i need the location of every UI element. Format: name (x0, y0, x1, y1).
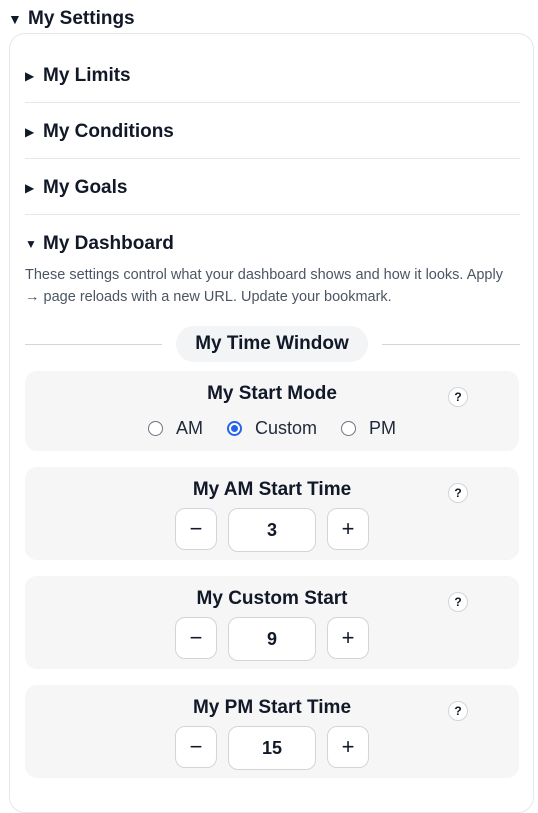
radio-circle-selected (226, 421, 242, 436)
section-limits[interactable]: ▶ My Limits (25, 48, 520, 104)
radio-circle (147, 421, 163, 436)
am-start-value[interactable]: 3 (228, 508, 316, 552)
am-start-panel: My AM Start Time ? − 3 + (25, 467, 519, 560)
help-icon[interactable]: ? (448, 592, 468, 612)
radio-label: Custom (254, 418, 317, 438)
triangle-down-icon: ▼ (8, 11, 22, 27)
triangle-right-icon: ▶ (25, 181, 35, 195)
increment-button[interactable]: + (327, 617, 369, 659)
section-label: My Conditions (43, 121, 174, 142)
decrement-button[interactable]: − (175, 508, 217, 550)
triangle-right-icon: ▶ (25, 69, 35, 83)
custom-start-title: My Custom Start (196, 588, 348, 609)
divider-left (25, 344, 162, 345)
radio-circle (341, 421, 356, 436)
time-window-heading: My Time Window (176, 326, 368, 362)
pm-start-panel: My PM Start Time ? − 15 + (25, 685, 519, 778)
section-label: My Dashboard (43, 233, 174, 254)
section-label: My Limits (43, 65, 131, 86)
radio-pm[interactable]: PM (341, 418, 396, 439)
divider-right (382, 344, 520, 345)
custom-start-stepper: − 9 + (175, 617, 369, 661)
start-mode-title: My Start Mode (207, 383, 337, 404)
help-icon[interactable]: ? (448, 387, 468, 407)
divider (25, 102, 520, 103)
radio-label: PM (369, 418, 396, 438)
pm-start-title: My PM Start Time (192, 697, 352, 718)
divider (25, 158, 520, 159)
pm-start-stepper: − 15 + (175, 726, 369, 770)
help-icon[interactable]: ? (448, 701, 468, 721)
pm-start-value[interactable]: 15 (228, 726, 316, 770)
radio-am[interactable]: AM (147, 418, 203, 439)
radio-custom[interactable]: Custom (226, 418, 317, 439)
radio-label: AM (175, 418, 203, 438)
dashboard-description: These settings control what your dashboa… (25, 267, 503, 305)
settings-title: My Settings (28, 8, 135, 29)
triangle-right-icon: ▶ (25, 125, 35, 139)
section-conditions[interactable]: ▶ My Conditions (25, 104, 520, 160)
decrement-button[interactable]: − (175, 726, 217, 768)
section-label: My Goals (43, 177, 128, 198)
help-icon[interactable]: ? (448, 483, 468, 503)
am-start-stepper: − 3 + (175, 508, 369, 552)
increment-button[interactable]: + (327, 508, 369, 550)
section-goals[interactable]: ▶ My Goals (25, 160, 520, 216)
custom-start-value[interactable]: 9 (228, 617, 316, 661)
start-mode-radio-group: AM Custom PM (25, 418, 519, 439)
increment-button[interactable]: + (327, 726, 369, 768)
custom-start-panel: My Custom Start ? − 9 + (25, 576, 519, 669)
settings-card: ▶ My Limits ▶ My Conditions ▶ My Goals ▼… (9, 33, 534, 813)
decrement-button[interactable]: − (175, 617, 217, 659)
am-start-title: My AM Start Time (192, 479, 352, 500)
triangle-down-icon: ▼ (25, 237, 37, 251)
divider (25, 214, 520, 215)
start-mode-panel: My Start Mode ? AM Custom PM (25, 371, 519, 451)
